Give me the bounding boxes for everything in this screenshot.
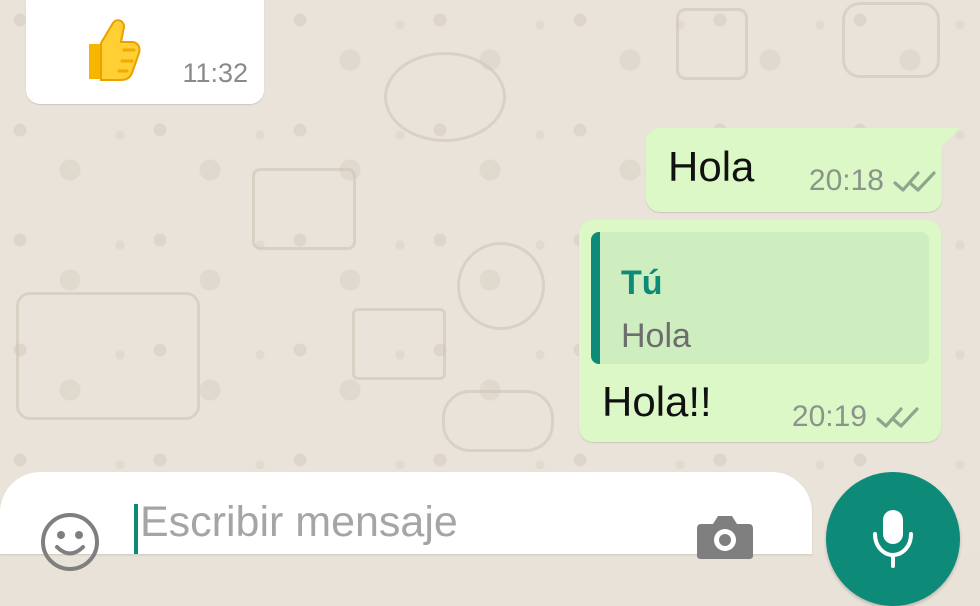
wallpaper-doodle [842, 2, 940, 78]
outgoing-reply-bubble[interactable]: Tú Hola Hola!! 20:19 [579, 220, 941, 442]
outgoing-message-bubble[interactable]: Hola 20:18 [646, 128, 960, 212]
text-cursor [134, 504, 138, 554]
bubble-tail [942, 128, 960, 146]
wallpaper-doodle [676, 8, 748, 80]
wallpaper-doodle [16, 292, 200, 420]
double-check-icon [893, 171, 936, 192]
message-meta: 20:19 [792, 400, 921, 434]
microphone-icon [873, 510, 913, 568]
message-time: 20:18 [808, 164, 884, 197]
message-composer[interactable] [0, 472, 812, 571]
message-time: 20:19 [791, 400, 867, 433]
thumbs-up-emoji [71, 13, 141, 83]
wallpaper-doodle [352, 308, 446, 380]
message-input[interactable] [140, 492, 660, 552]
emoji-icon[interactable] [38, 510, 102, 574]
wallpaper-doodle [457, 242, 545, 330]
message-text: Hola!! [602, 378, 712, 425]
wallpaper-doodle [384, 52, 506, 142]
incoming-message-bubble[interactable]: 11:32 [26, 0, 264, 104]
quoted-author: Tú [621, 264, 663, 302]
camera-icon[interactable] [696, 510, 754, 560]
message-time: 11:32 [182, 58, 248, 88]
double-check-icon [876, 407, 919, 428]
message-text: Hola [668, 143, 755, 190]
message-meta: 20:18 [809, 164, 938, 198]
quoted-text: Hola [621, 317, 691, 355]
quoted-message[interactable]: Tú Hola [591, 232, 929, 364]
wallpaper-doodle [252, 168, 356, 250]
quote-accent-bar [591, 232, 600, 364]
wallpaper-doodle [442, 390, 554, 452]
voice-message-button[interactable] [826, 472, 960, 606]
